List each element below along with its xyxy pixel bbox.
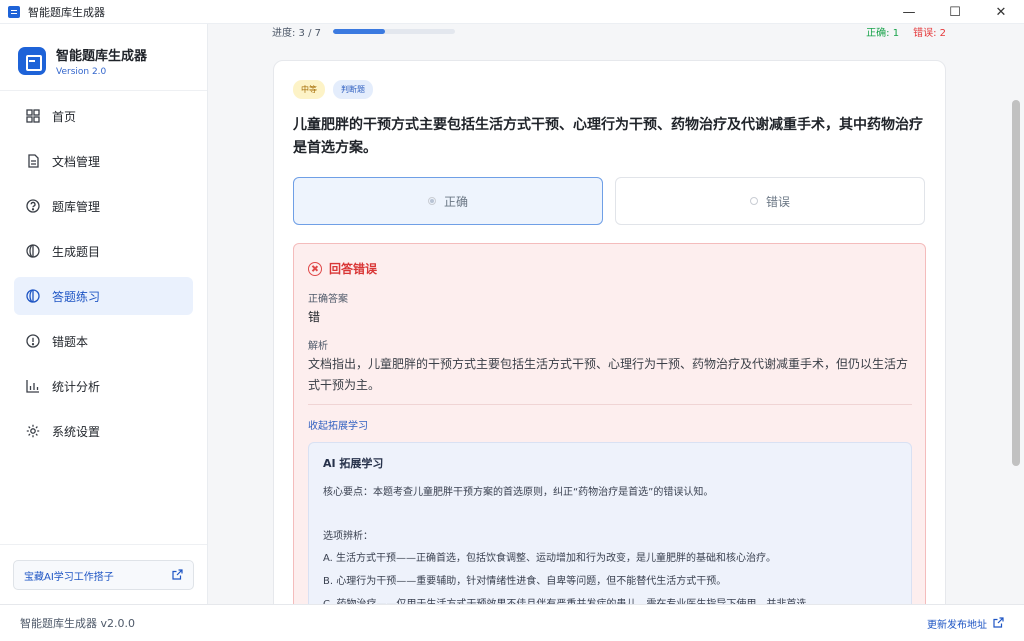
sidebar-item-home[interactable]: 首页: [14, 97, 193, 135]
sidebar-item-mistakes[interactable]: 错题本: [14, 322, 193, 360]
question-circle-icon: [26, 199, 40, 213]
sidebar-item-statistics[interactable]: 统计分析: [14, 367, 193, 405]
sidebar-nav: 首页 文档管理 题库管理 生成题目 答题练习 错题本 统计分析 系统设置: [0, 91, 207, 450]
option-label: 错误: [765, 194, 790, 209]
brand-version: Version 2.0: [56, 67, 107, 77]
collapse-extension-link[interactable]: 收起拓展学习: [308, 417, 368, 432]
half-circle-icon: [26, 244, 40, 258]
ai-option-b: B. 心理行为干预——重要辅助，针对情绪性进食、自卑等问题，但不能替代生活方式干…: [323, 576, 727, 587]
radio-icon: [749, 197, 758, 205]
progress: 进度: 3 / 7: [272, 24, 455, 39]
alert-circle-icon: [26, 334, 40, 348]
release-link-label: 更新发布地址: [927, 620, 987, 631]
sidebar-item-label: 文档管理: [52, 154, 101, 169]
sidebar-divider: [0, 544, 207, 545]
brand-name: 智能题库生成器: [56, 49, 148, 64]
question-type-badge: 判断题: [333, 80, 373, 99]
radio-icon: [427, 197, 436, 205]
gear-icon: [26, 424, 40, 438]
result-panel: 回答错误 正确答案 错 解析 文档指出，儿童肥胖的干预方式主要包括生活方式干预、…: [293, 243, 926, 604]
wrong-count: 错误: 2: [913, 28, 946, 39]
sidebar-item-label: 系统设置: [52, 424, 101, 439]
release-link[interactable]: 更新发布地址: [927, 616, 1004, 631]
progress-bar: [333, 28, 455, 34]
app-version: 智能题库生成器 v2.0.0: [20, 617, 135, 630]
result-divider: [308, 404, 912, 405]
grid-icon: [26, 109, 40, 123]
ai-extension-panel: AI 拓展学习 核心要点：本题考查儿童肥胖干预方案的首选原则，纠正“药物治疗是首…: [308, 442, 912, 604]
half-circle-icon: [26, 289, 40, 303]
result-title: 回答错误: [329, 262, 378, 276]
explanation-text: 文档指出，儿童肥胖的干预方式主要包括生活方式干预、心理行为干预、药物治疗及代谢减…: [308, 357, 909, 392]
sidebar-item-generate[interactable]: 生成题目: [14, 232, 193, 270]
window-controls: — ☐ ✕: [886, 0, 1024, 24]
correct-answer: 错: [308, 310, 321, 324]
ai-option-c: C. 药物治疗——仅用于生活方式干预效果不佳且伴有严重并发症的患儿，需在专业医生…: [323, 595, 816, 604]
sidebar-item-label: 首页: [52, 109, 77, 124]
sidebar-item-settings[interactable]: 系统设置: [14, 412, 193, 450]
difficulty-badge: 中等: [293, 80, 325, 99]
ai-options-heading: 选项辨析：: [323, 531, 373, 542]
bar-chart-icon: [26, 379, 40, 393]
close-circle-icon: [308, 261, 322, 276]
vertical-scrollbar[interactable]: [1012, 100, 1020, 466]
title-bar: 智能题库生成器 — ☐ ✕: [0, 0, 1024, 24]
external-link-icon: [172, 569, 183, 583]
main-content: 进度: 3 / 7 正确: 1 错误: 2 中等 判断题 儿童肥胖的干预方式主要…: [209, 24, 1024, 604]
brand: 智能题库生成器 Version 2.0: [0, 24, 207, 84]
progress-label: 进度: 3 / 7: [272, 27, 321, 39]
window-title: 智能题库生成器: [28, 5, 105, 19]
maximize-button[interactable]: ☐: [932, 0, 978, 24]
question-tags: 中等 判断题: [293, 80, 373, 99]
option-label: 正确: [443, 194, 468, 209]
close-button[interactable]: ✕: [978, 0, 1024, 24]
sidebar-item-label: 题库管理: [52, 199, 101, 214]
app-icon: [8, 5, 20, 18]
ai-panel-title: AI 拓展学习: [323, 457, 384, 470]
sidebar-item-label: 生成题目: [52, 244, 101, 259]
document-icon: [26, 154, 40, 168]
minimize-button[interactable]: —: [886, 0, 932, 24]
ai-core-point: 核心要点：本题考查儿童肥胖干预方案的首选原则，纠正“药物治疗是首选”的错误认知。: [323, 487, 714, 498]
sidebar-item-documents[interactable]: 文档管理: [14, 142, 193, 180]
status-bar: 智能题库生成器 v2.0.0 更新发布地址: [0, 604, 1024, 641]
sidebar-item-label: 答题练习: [52, 289, 101, 304]
correct-answer-label: 正确答案: [308, 294, 348, 305]
option-true[interactable]: 正确: [293, 177, 603, 225]
question-text: 儿童肥胖的干预方式主要包括生活方式干预、心理行为干预、药物治疗及代谢减重手术，其…: [293, 117, 923, 156]
explanation-label: 解析: [308, 341, 328, 352]
question-card: 中等 判断题 儿童肥胖的干预方式主要包括生活方式干预、心理行为干预、药物治疗及代…: [273, 60, 946, 604]
external-link-icon: [993, 616, 1004, 631]
sidebar-item-label: 统计分析: [52, 379, 101, 394]
ai-option-a: A. 生活方式干预——正确首选，包括饮食调整、运动增加和行为改变，是儿童肥胖的基…: [323, 553, 777, 564]
sidebar: 智能题库生成器 Version 2.0 首页 文档管理 题库管理 生成题目 答题…: [0, 24, 208, 604]
sidebar-item-question-bank[interactable]: 题库管理: [14, 187, 193, 225]
option-false[interactable]: 错误: [615, 177, 925, 225]
promo-link[interactable]: 宝藏AI学习工作搭子: [13, 560, 194, 590]
score-summary: 正确: 1 错误: 2: [866, 24, 946, 39]
sidebar-item-label: 错题本: [52, 334, 89, 349]
result-header: 回答错误: [308, 260, 377, 277]
progress-fill: [333, 28, 386, 34]
sidebar-item-practice[interactable]: 答题练习: [14, 277, 193, 315]
promo-link-label: 宝藏AI学习工作搭子: [24, 571, 114, 583]
app-logo-icon: [18, 47, 46, 75]
correct-count: 正确: 1: [866, 28, 900, 39]
